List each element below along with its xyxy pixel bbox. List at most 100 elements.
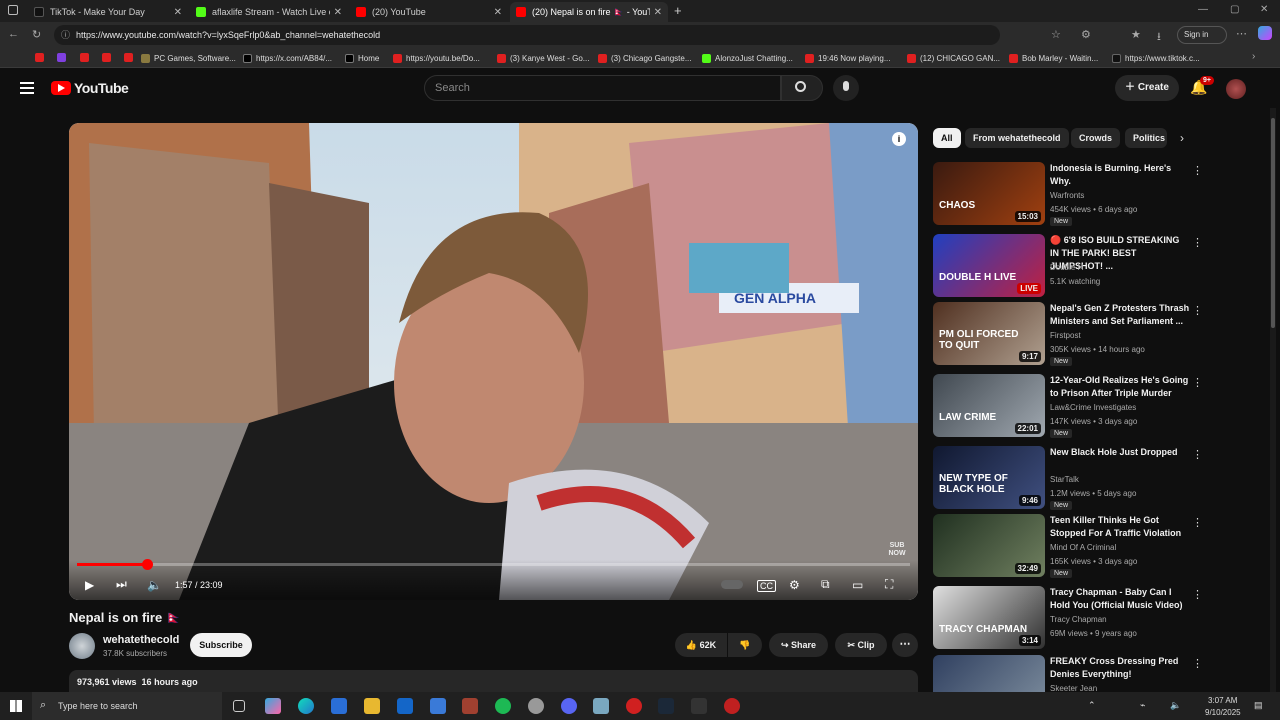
app-icon[interactable] [724,698,740,714]
play-icon[interactable]: ▶ [85,578,94,592]
video-thumbnail[interactable]: PM OLI FORCED TO QUIT 9:17 [933,302,1045,365]
scrollbar-thumb[interactable] [1271,118,1275,328]
extensions-icon[interactable]: ⚙ [1081,28,1091,41]
spotify-icon[interactable] [495,698,511,714]
voice-search-button[interactable] [833,75,859,101]
recommendation-channel[interactable]: StarTalk [1050,475,1079,484]
clock-time[interactable]: 3:07 AM [1208,696,1237,705]
bookmark-item[interactable]: Bob Marley - Waitin... [1009,51,1098,65]
back-icon[interactable]: ← [8,28,19,40]
close-icon[interactable]: ✕ [494,7,502,18]
recommendation-channel[interactable]: Law&Crime Investigates [1050,403,1136,412]
more-options-icon[interactable]: ⋮ [1192,376,1203,389]
avatar[interactable] [1226,79,1246,99]
bookmark-item[interactable]: 19:46 Now playing... [805,51,891,65]
settings-gear-icon[interactable]: ⚙ [789,578,800,592]
bookmark-item[interactable]: https://www.tiktok.c... [1112,51,1200,65]
recommendation-channel[interactable]: Tracy Chapman [1050,615,1107,624]
minimize-button[interactable]: — [1198,4,1208,15]
recommendation-item[interactable]: LAW CRIME 22:01 12-Year-Old Realizes He's … [933,374,1203,438]
app-icon[interactable] [528,698,544,714]
recommendation-title[interactable]: Nepal's Gen Z Protesters Thrash Minister… [1050,302,1190,328]
bookmark-item[interactable]: PC Games, Software... [141,51,236,65]
chevron-right-icon[interactable]: › [1252,51,1255,62]
recommendation-title[interactable]: 12-Year-Old Realizes He's Going to Priso… [1050,374,1190,400]
taskbar-search-box[interactable]: ⌕ Type here to search [32,692,222,720]
close-window-button[interactable]: ✕ [1260,4,1268,15]
bookmark-item[interactable]: https://youtu.be/Do... [393,51,480,65]
captions-icon[interactable]: CC [757,580,776,592]
chip-crowds[interactable]: Crowds [1071,128,1121,148]
like-button[interactable]: 👍 62K [675,633,727,657]
recommendation-channel[interactable]: Warfronts [1050,191,1084,200]
more-options-icon[interactable]: ⋮ [1192,516,1203,529]
close-icon[interactable]: ✕ [174,7,182,18]
video-thumbnail[interactable]: TRACY CHAPMAN 3:14 [933,586,1045,649]
channel-name[interactable]: wehatethecold [103,634,179,646]
bookmark-item[interactable]: Home [345,51,379,65]
tab-youtube-home[interactable]: (20) YouTube ✕ [350,2,508,22]
share-button[interactable]: ↪ Share [769,633,828,657]
steam-icon[interactable] [658,698,674,714]
search-input[interactable]: Search [424,75,781,101]
maximize-button[interactable]: ▢ [1230,4,1239,15]
recommendation-item[interactable]: DOUBLE H LIVE LIVE 🔴 6'8 ISO BUILD STREAKI… [933,234,1203,298]
copilot-icon[interactable] [1258,26,1272,40]
bookmark-item[interactable]: AlonzoJust Chatting... [702,51,793,65]
subscribe-button[interactable]: Subscribe [190,633,252,657]
store-icon[interactable] [331,698,347,714]
bookmark-item[interactable]: https://x.com/AB84/... [243,51,332,65]
more-options-icon[interactable]: ⋮ [1192,657,1203,670]
notifications-button[interactable]: 🔔 9+ [1190,76,1214,96]
tab-kick[interactable]: aflaxlife Stream - Watch Live on K ✕ [190,2,348,22]
progress-bar[interactable] [77,559,910,570]
info-icon[interactable]: i [892,132,906,146]
bookmark-app-icon[interactable] [35,53,44,62]
tab-tiktok[interactable]: TikTok - Make Your Day ✕ [28,2,188,22]
bookmark-item[interactable]: (3) Kanye West - Go... [497,51,589,65]
chip-politics[interactable]: Politics [1125,128,1167,148]
youtube-logo[interactable]: YouTube [51,80,129,96]
chevron-up-icon[interactable]: ⌃ [1088,700,1096,711]
hamburger-menu-icon[interactable] [20,82,34,94]
notification-center-icon[interactable]: ▤ [1254,700,1263,711]
clock-date[interactable]: 9/10/2025 [1205,708,1241,717]
close-icon[interactable]: ✕ [654,7,662,18]
url-field[interactable]: ⓘ https://www.youtube.com/watch?v=lyxSqe… [54,25,1000,45]
recommendation-channel[interactable]: Firstpost [1050,331,1081,340]
recommendation-item[interactable]: NEW TYPE OF BLACK HOLE 9:46 New Black Hole… [933,446,1203,510]
progress-scrubber[interactable] [141,559,153,570]
theater-mode-icon[interactable]: ▭ [852,578,863,592]
page-scrollbar[interactable] [1270,108,1276,692]
sign-in-button[interactable]: Sign in [1177,26,1227,44]
video-thumbnail[interactable]: 32:49 [933,514,1045,577]
dislike-button[interactable]: 👎 [728,633,762,657]
recommendation-item[interactable]: 32:49 Teen Killer Thinks He Got Stopped F… [933,514,1203,578]
network-icon[interactable]: ⌁ [1140,700,1145,711]
tab-youtube-video[interactable]: (20) Nepal is on fire 🇳🇵 - YouTube ✕ [510,2,668,22]
recommendation-item[interactable]: CHAOS 15:03 Indonesia is Burning. Here's W… [933,162,1203,226]
video-player[interactable]: GEN ALPHA i SUB NOW ▶ ⏭ 🔈 1:57 / 23:09 C… [69,123,918,600]
window-menu-icon[interactable] [8,5,18,15]
discord-icon[interactable] [561,698,577,714]
epic-games-icon[interactable] [691,698,707,714]
windows-start-icon[interactable] [10,700,22,712]
clip-button[interactable]: ✂ Clip [835,633,887,657]
miniplayer-icon[interactable]: ⧉ [821,577,830,592]
recommendation-channel[interactable]: Mind Of A Criminal [1050,543,1116,552]
outlook-icon[interactable] [397,698,413,714]
reload-icon[interactable]: ↻ [32,28,41,41]
new-tab-button[interactable]: + [674,3,682,18]
more-options-icon[interactable]: ⋮ [1192,164,1203,177]
app-icon[interactable] [593,698,609,714]
task-view-icon[interactable] [233,700,245,712]
search-button[interactable] [781,75,823,101]
bookmark-item[interactable]: (12) CHICAGO GAN... [907,51,1000,65]
recommendation-channel[interactable]: Double H [1050,263,1083,272]
favorites-icon[interactable]: ★ [1131,28,1141,41]
close-icon[interactable]: ✕ [334,7,342,18]
volume-icon[interactable]: 🔈 [1170,700,1181,711]
bookmark-app-icon[interactable] [57,53,66,62]
create-button[interactable]: ＋ Create [1115,75,1179,101]
photos-icon[interactable] [430,698,446,714]
